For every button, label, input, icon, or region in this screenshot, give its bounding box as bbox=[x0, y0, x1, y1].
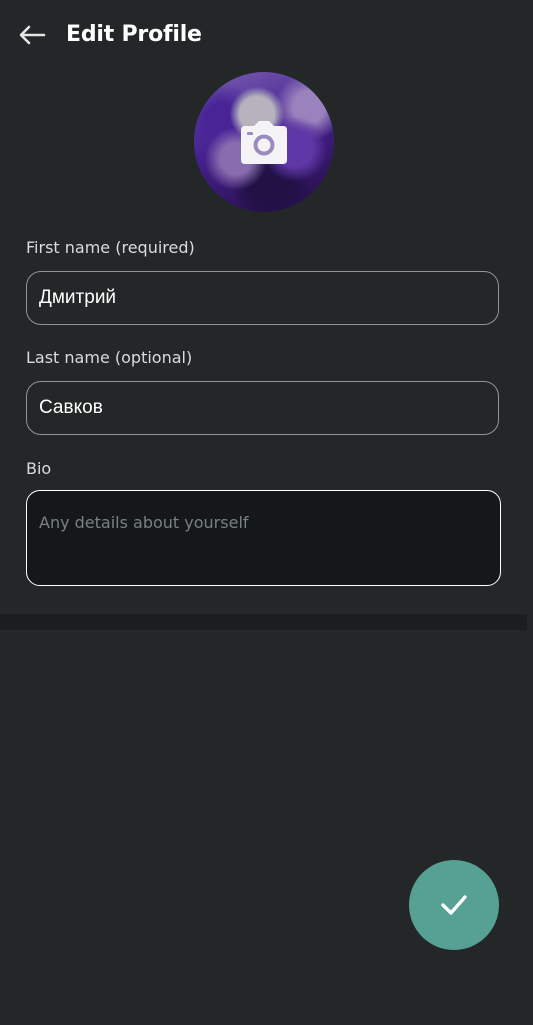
header: Edit Profile bbox=[0, 0, 533, 72]
bio-label: Bio bbox=[26, 459, 52, 478]
avatar-upload-button[interactable] bbox=[194, 72, 334, 212]
camera-icon bbox=[241, 121, 287, 164]
first-name-label: First name (required) bbox=[26, 238, 195, 257]
last-name-label: Last name (optional) bbox=[26, 348, 193, 367]
back-button[interactable] bbox=[14, 18, 50, 52]
page-title: Edit Profile bbox=[66, 22, 202, 47]
section-divider bbox=[0, 614, 527, 630]
edit-profile-screen: Edit Profile First name (required) Last … bbox=[0, 0, 533, 1025]
arrow-left-icon bbox=[19, 25, 46, 45]
check-icon bbox=[441, 895, 467, 915]
bio-field[interactable] bbox=[26, 490, 501, 586]
save-button[interactable] bbox=[409, 860, 499, 950]
last-name-field[interactable] bbox=[26, 381, 499, 435]
first-name-field[interactable] bbox=[26, 271, 499, 325]
